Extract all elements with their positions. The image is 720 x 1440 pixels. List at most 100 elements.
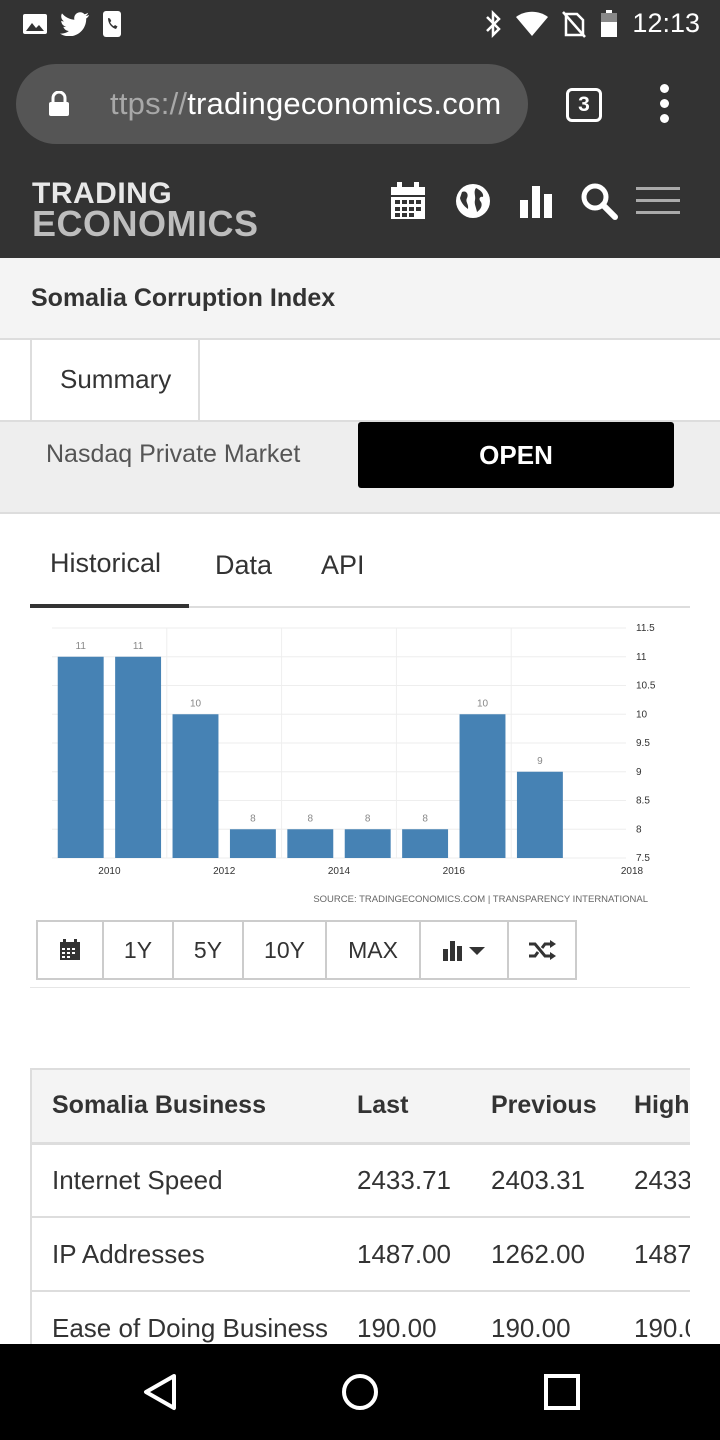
y-tick-label: 8 [636, 824, 642, 835]
logo-line2: ECONOMICS [32, 203, 259, 244]
bar-data-label: 11 [76, 641, 87, 652]
table-cell: 2403.31 [491, 1143, 634, 1218]
bar-data-label: 8 [250, 813, 256, 824]
no-sim-icon [562, 10, 587, 38]
tab-summary[interactable]: Summary [30, 340, 200, 422]
x-tick-label: 2010 [98, 866, 121, 877]
ad-text: Nasdaq Private Market [46, 440, 301, 468]
chart-bar [459, 714, 506, 858]
chart-bar [344, 829, 391, 858]
x-tick-label: 2014 [328, 866, 351, 877]
y-tick-label: 11.5 [636, 623, 655, 634]
menu-icon[interactable] [636, 186, 680, 216]
calendar-icon[interactable] [390, 182, 426, 220]
table-row[interactable]: Ease of Doing Business 190.00 190.00 190… [32, 1291, 690, 1344]
x-tick-label: 2016 [443, 866, 466, 877]
bar-data-label: 10 [477, 698, 489, 709]
globe-icon[interactable] [454, 182, 492, 220]
bar-data-label: 11 [133, 641, 144, 652]
table-cell: 1487.00 [357, 1217, 491, 1292]
table-cell: 1262.00 [491, 1217, 634, 1292]
twitter-icon [60, 12, 89, 36]
chart-bar [287, 829, 334, 858]
lock-icon [49, 91, 69, 116]
ad-open-button[interactable]: OPEN [358, 422, 674, 488]
y-tick-label: 11 [636, 652, 647, 663]
site-logo[interactable]: TRADING ECONOMICS [32, 179, 259, 244]
status-time: 12:13 [632, 8, 700, 38]
home-icon[interactable] [340, 1372, 380, 1412]
site-header: TRADING ECONOMICS [0, 160, 720, 258]
bar-data-label: 9 [537, 756, 543, 767]
tab-data[interactable]: Data [215, 550, 272, 581]
table-row[interactable]: IP Addresses 1487.00 1262.00 1487.00 [32, 1217, 690, 1292]
table-cell: 2433.71 [357, 1143, 491, 1218]
shuffle-button[interactable] [509, 922, 575, 978]
ad-banner[interactable]: Nasdaq Private Market OPEN [0, 422, 720, 514]
y-tick-label: 7.5 [636, 853, 650, 864]
table-header-row: Somalia Business Last Previous Highest [32, 1068, 690, 1145]
recents-icon[interactable] [542, 1372, 582, 1412]
back-icon[interactable] [140, 1372, 180, 1412]
y-tick-label: 10 [636, 709, 648, 720]
y-tick-label: 9 [636, 767, 642, 778]
browser-toolbar: ttps://tradingeconomics.com 3 [0, 48, 720, 160]
search-icon[interactable] [580, 182, 618, 220]
table-header: Previous [491, 1068, 634, 1145]
tab-switcher-button[interactable]: 3 [566, 88, 602, 122]
chart-source: SOURCE: TRADINGECONOMICS.COM | TRANSPARE… [313, 894, 648, 905]
tab-api[interactable]: API [321, 550, 365, 581]
y-tick-label: 10.5 [636, 681, 656, 692]
chart-tabs: Historical Data API [30, 540, 690, 608]
range-1y-button[interactable]: 1Y [104, 922, 174, 978]
range-5y-button[interactable]: 5Y [174, 922, 244, 978]
chart-type-icon [443, 941, 485, 961]
chart-container: 11.5 11 10.5 10 9.5 9 8.5 8 7.5 11 11 10 8 8 8 8 10 9 2010… [30, 608, 690, 988]
y-tick-label: 9.5 [636, 738, 650, 749]
range-max-button[interactable]: MAX [327, 922, 421, 978]
table-row[interactable]: Internet Speed 2433.71 2403.31 2433.71 [32, 1143, 690, 1218]
table-cell[interactable]: Ease of Doing Business [32, 1291, 357, 1344]
chart-bar [516, 771, 563, 858]
url-bar[interactable]: ttps://tradingeconomics.com [16, 64, 528, 144]
range-button-group: 1Y 5Y 10Y MAX [36, 920, 577, 980]
chart-bar [172, 714, 219, 858]
bar-data-label: 10 [190, 698, 202, 709]
url-host: tradingeconomics.com [187, 86, 502, 121]
battery-icon [601, 9, 618, 37]
page-title: Somalia Corruption Index [31, 284, 336, 312]
y-tick-label: 8.5 [636, 796, 650, 807]
image-icon [23, 14, 47, 34]
table-header: Somalia Business [32, 1068, 357, 1145]
wifi-icon [516, 11, 549, 36]
chart-type-button[interactable] [421, 922, 509, 978]
url-text: ttps://tradingeconomics.com [110, 86, 501, 122]
x-tick-label: 2018 [621, 866, 644, 877]
phone-icon [103, 11, 121, 37]
bar-chart: 11.5 11 10.5 10 9.5 9 8.5 8 7.5 11 11 10 8 8 8 8 10 9 2010… [52, 623, 656, 905]
table-cell: 1487.00 [634, 1217, 690, 1292]
table-header: Highest [634, 1068, 690, 1145]
chart-bar [57, 656, 104, 858]
bluetooth-icon [486, 9, 502, 38]
summary-row: Summary [0, 340, 720, 422]
url-prefix: ttps:// [110, 86, 188, 121]
chart-bar [229, 829, 276, 858]
chart-bar [115, 656, 162, 858]
table-cell[interactable]: IP Addresses [32, 1217, 357, 1292]
table-cell: 2433.71 [634, 1143, 690, 1218]
table-cell[interactable]: Internet Speed [32, 1143, 357, 1218]
tab-historical[interactable]: Historical [30, 548, 189, 608]
bar-data-label: 8 [422, 813, 428, 824]
table-cell: 190.00 [491, 1291, 634, 1344]
range-10y-button[interactable]: 10Y [244, 922, 327, 978]
date-picker-button[interactable] [38, 922, 104, 978]
bar-data-label: 8 [308, 813, 314, 824]
calendar-icon [60, 939, 80, 960]
browser-menu-icon[interactable] [658, 84, 670, 128]
table-cell: 190.00 [357, 1291, 491, 1344]
table-cell: 190.00 [634, 1291, 690, 1344]
bar-chart-icon[interactable] [518, 182, 554, 220]
business-table: Somalia Business Last Previous Highest I… [30, 1068, 690, 1344]
x-tick-label: 2012 [213, 866, 236, 877]
